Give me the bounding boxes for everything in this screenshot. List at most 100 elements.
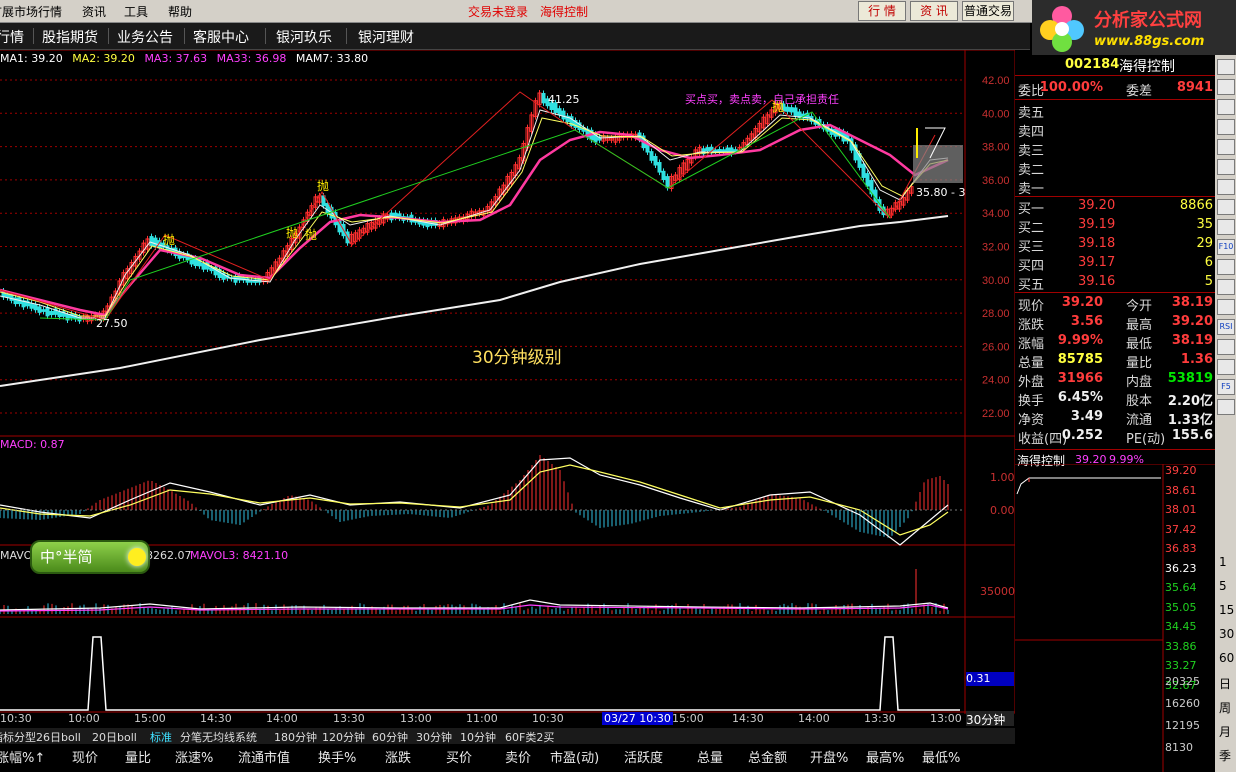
switch-icon[interactable] xyxy=(1217,399,1235,415)
period-button-5[interactable]: 日 xyxy=(1219,675,1231,692)
tab[interactable]: 180分钟 xyxy=(274,729,317,745)
rsi-icon[interactable]: RSI xyxy=(1217,319,1235,335)
candle xyxy=(557,108,562,116)
notes-icon[interactable] xyxy=(1217,259,1235,275)
tab[interactable]: 60F类2买 xyxy=(505,729,554,745)
tab[interactable]: 60分钟 xyxy=(372,729,408,745)
stat-value: 85785 xyxy=(1057,352,1103,367)
tab[interactable]: 10分钟 xyxy=(460,729,496,745)
stat-value: 53819 xyxy=(1167,371,1213,386)
period-label[interactable]: 30分钟 xyxy=(966,711,1014,727)
period-button-7[interactable]: 月 xyxy=(1219,723,1231,740)
period-button-4[interactable]: 60 xyxy=(1219,651,1234,665)
menu-ext-market[interactable]: 扩展市场行情 xyxy=(0,3,62,20)
list-icon[interactable] xyxy=(1217,119,1235,135)
time-label: 10:30 xyxy=(532,712,564,725)
time-label: 10:00 xyxy=(68,712,100,725)
buy-volume: 5 xyxy=(1204,274,1213,289)
period-button-0[interactable]: 1 xyxy=(1219,555,1227,569)
menu-tools[interactable]: 工具 xyxy=(124,3,148,20)
report-icon[interactable] xyxy=(1217,279,1235,295)
tab[interactable]: 30分钟 xyxy=(416,729,452,745)
tab[interactable]: 120分钟 xyxy=(322,729,365,745)
mini-price-tick: 34.45 xyxy=(1165,620,1197,633)
normal-trade-button[interactable]: 普通交易 xyxy=(962,1,1014,21)
candle xyxy=(713,149,718,152)
f5-icon[interactable]: F5 xyxy=(1217,379,1235,395)
period-button-1[interactable]: 5 xyxy=(1219,579,1227,593)
buy-volume: 29 xyxy=(1196,236,1213,251)
kline-chart[interactable]: 42.00 40.00 38.00 36.00 34.00 32.00 30.00 28.00… xyxy=(0,50,1015,714)
col-header[interactable]: 买价 xyxy=(446,747,472,766)
ma3-value: MA3: 37.63 xyxy=(144,52,208,65)
table-icon[interactable] xyxy=(1217,139,1235,155)
tab[interactable]: 指标分型 xyxy=(0,729,36,745)
mini-price-tick: 33.86 xyxy=(1165,639,1197,653)
tab[interactable]: 26日boll xyxy=(36,729,81,745)
trade-login-status: 交易未登录 xyxy=(468,5,529,19)
sell-marker: 抛 xyxy=(163,233,176,247)
nav-galaxy-finance[interactable]: 银河理财 xyxy=(358,27,414,47)
col-header[interactable]: 最高% xyxy=(866,747,904,766)
bar-icon[interactable] xyxy=(1217,199,1235,215)
col-header[interactable]: 最低% xyxy=(922,747,960,766)
candle xyxy=(653,155,658,166)
nav-announcements[interactable]: 业务公告 xyxy=(117,27,173,47)
col-header[interactable]: 涨幅%↑ xyxy=(0,747,45,766)
stat-value: 6.45% xyxy=(1057,390,1103,405)
col-header[interactable]: 涨跌 xyxy=(385,747,411,766)
arrow-down-icon[interactable] xyxy=(1217,79,1235,95)
column-header: 涨幅%↑ 现价 量比 涨速% 流通市值 换手% 涨跌 买价 卖价 市盈(动) 活… xyxy=(0,744,1015,772)
pen-icon[interactable] xyxy=(1217,359,1235,375)
tab[interactable]: 20日boll xyxy=(92,729,137,745)
nav-service-center[interactable]: 客服中心 xyxy=(193,27,249,47)
stat-label: 外盘 xyxy=(1018,375,1045,390)
mini-intraday-chart[interactable]: 海得控制 39.20 9.99% 39.20 38.61 38.01 37.42 36.… xyxy=(1015,450,1215,772)
ma1-value: MA1: 39.20 xyxy=(0,52,63,65)
period-button-8[interactable]: 季 xyxy=(1219,747,1231,764)
col-header[interactable]: 活跃度 xyxy=(624,747,663,766)
chart-icon[interactable] xyxy=(1217,159,1235,175)
arrow-up-icon[interactable] xyxy=(1217,59,1235,75)
grid-icon[interactable] xyxy=(1217,99,1235,115)
price-tick: 42.00 xyxy=(982,75,1010,87)
flower-icon xyxy=(1040,6,1084,52)
news-button[interactable]: 资 讯 xyxy=(910,1,958,21)
stat-label: 流通 xyxy=(1126,413,1153,428)
col-header[interactable]: 现价 xyxy=(72,747,98,766)
stat-label: 量比 xyxy=(1126,356,1153,371)
kline-icon[interactable] xyxy=(1217,179,1235,195)
candle xyxy=(661,170,666,181)
candle xyxy=(665,176,670,189)
info-icon[interactable] xyxy=(1217,219,1235,235)
quote-button[interactable]: 行 情 xyxy=(858,1,906,21)
menu-help[interactable]: 帮助 xyxy=(168,3,192,20)
stat-value: 31966 xyxy=(1057,371,1103,386)
move-icon[interactable] xyxy=(1217,339,1235,355)
col-header[interactable]: 流通市值 xyxy=(238,747,290,766)
period-button-3[interactable]: 30 xyxy=(1219,627,1234,641)
col-header[interactable]: 市盈(动) xyxy=(550,747,599,766)
col-header[interactable]: 总量 xyxy=(697,747,723,766)
stat-label: 现价 xyxy=(1018,299,1045,314)
col-header[interactable]: 换手% xyxy=(318,747,356,766)
col-header[interactable]: 卖价 xyxy=(505,747,531,766)
col-header[interactable]: 总金额 xyxy=(748,747,787,766)
col-header[interactable]: 开盘% xyxy=(810,747,848,766)
menu-news[interactable]: 资讯 xyxy=(82,3,106,20)
tab[interactable]: 分笔无均线系统 xyxy=(180,729,257,745)
col-header[interactable]: 量比 xyxy=(125,747,151,766)
weicha-value: 8941 xyxy=(1176,80,1213,95)
f10-icon[interactable]: F10 xyxy=(1217,239,1235,255)
nav-galaxy-fun[interactable]: 银河玖乐 xyxy=(276,27,332,47)
period-button-2[interactable]: 15 xyxy=(1219,603,1234,617)
buy-price: 39.16 xyxy=(1078,274,1116,289)
col-header[interactable]: 涨速% xyxy=(175,747,213,766)
ime-status-bar[interactable]: 中°半简 xyxy=(30,540,150,574)
period-button-6[interactable]: 周 xyxy=(1219,699,1231,716)
stat-value: 155.6 xyxy=(1171,428,1213,443)
nav-index-futures[interactable]: 股指期货 xyxy=(42,27,98,47)
stats-icon[interactable] xyxy=(1217,299,1235,315)
tab-active[interactable]: 标准 xyxy=(150,729,172,745)
nav-quotes[interactable]: 行情 xyxy=(0,27,24,47)
